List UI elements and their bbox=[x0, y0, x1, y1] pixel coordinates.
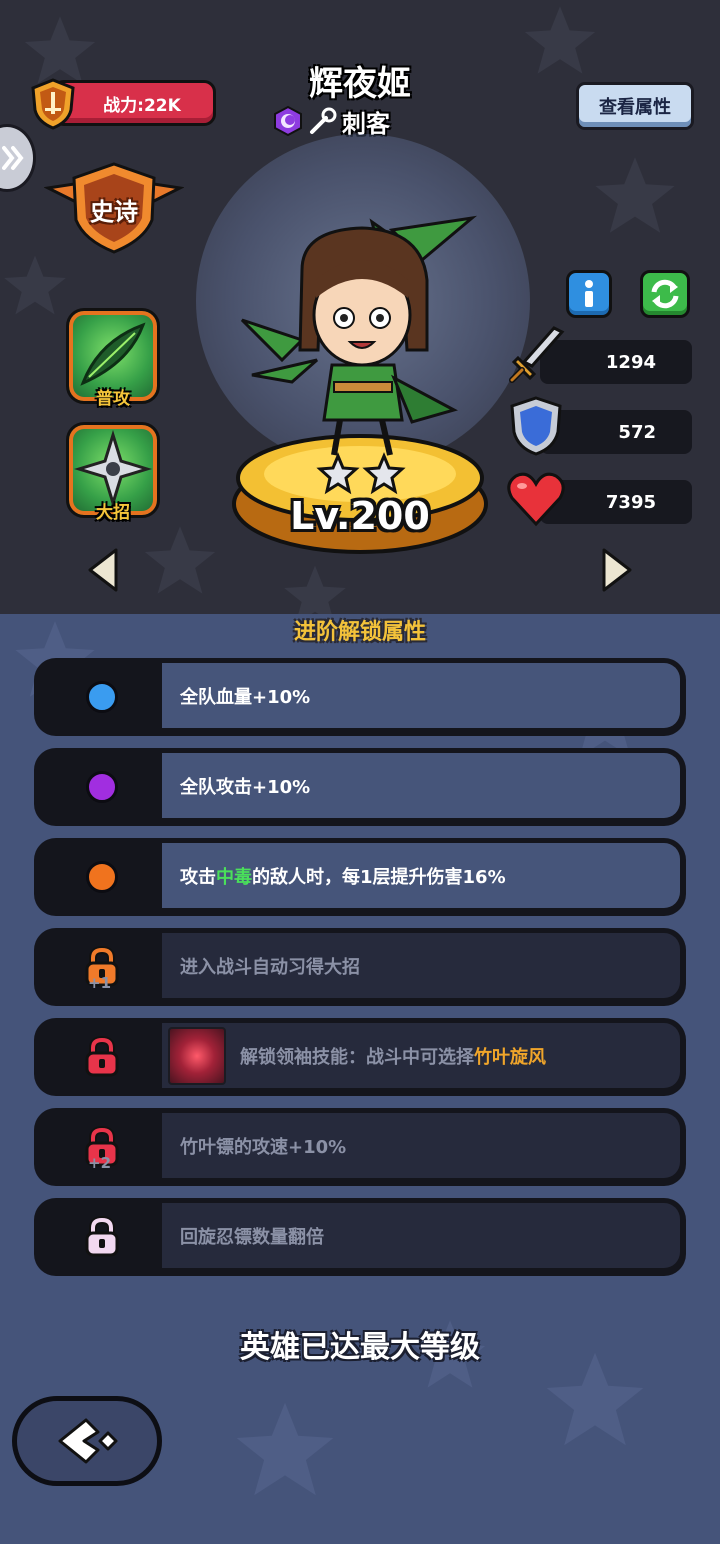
status-dot-purple bbox=[86, 771, 118, 803]
advancement-text: 解锁领袖技能：战斗中可选择竹叶旋风 bbox=[240, 1043, 546, 1069]
star-icon bbox=[316, 452, 360, 495]
hp-value: 7395 bbox=[605, 491, 656, 513]
star-icon bbox=[362, 452, 406, 495]
hero-class-row: 刺客 bbox=[272, 104, 390, 138]
defense-value: 572 bbox=[618, 421, 656, 443]
advancement-text: 回旋忍镖数量翻倍 bbox=[180, 1226, 324, 1248]
background-star-icon bbox=[595, 157, 675, 233]
lock-icon bbox=[85, 1036, 119, 1077]
background-star-icon bbox=[284, 565, 346, 614]
faction-emblem-icon bbox=[274, 105, 302, 137]
advancement-row-locked: 回旋忍镖数量翻倍 bbox=[34, 1198, 686, 1276]
advancement-text: 全队血量+10% bbox=[180, 686, 311, 708]
background-star-icon bbox=[4, 255, 66, 315]
combat-power-text: 战力:22K bbox=[103, 95, 181, 116]
back-button[interactable] bbox=[12, 1396, 162, 1486]
refresh-button[interactable] bbox=[640, 270, 690, 318]
leader-skill-thumbnail bbox=[168, 1026, 226, 1085]
sword-icon bbox=[509, 326, 565, 383]
status-dot-blue bbox=[86, 681, 118, 713]
max-level-notice: 英雄已达最大等级 bbox=[240, 1330, 480, 1365]
advancement-text-prefix: 解锁领袖技能：战斗中可选择 bbox=[240, 1046, 474, 1068]
combat-power-badge: 战力:22K bbox=[52, 80, 216, 126]
advancement-row-locked: +1 进入战斗自动习得大招 bbox=[34, 928, 686, 1006]
lock-level-badge: +2 bbox=[88, 1154, 112, 1172]
back-arrow-icon bbox=[58, 1418, 118, 1464]
hero-level: Lv.200 bbox=[290, 494, 430, 538]
heart-icon bbox=[507, 472, 565, 527]
advancement-section-title: 进阶解锁属性 bbox=[293, 620, 426, 645]
advancement-row: 攻击中毒的敌人时，每1层提升伤害16% bbox=[34, 838, 686, 916]
advancement-text: 全队攻击+10% bbox=[180, 776, 311, 798]
rarity-label: 史诗 bbox=[90, 198, 138, 226]
hero-info-button[interactable] bbox=[566, 270, 612, 318]
ultimate-skill-label: 大招 bbox=[96, 503, 130, 523]
lock-level-badge: +1 bbox=[88, 974, 112, 992]
lock-icon bbox=[85, 1216, 119, 1257]
advancement-row-locked: 解锁领袖技能：战斗中可选择竹叶旋风 bbox=[34, 1018, 686, 1096]
advancement-text: 竹叶镖的攻速+10% bbox=[180, 1136, 347, 1158]
double-chevron-right-icon bbox=[2, 146, 24, 170]
advancement-row: 全队血量+10% bbox=[34, 658, 686, 736]
view-attributes-label: 查看属性 bbox=[599, 97, 671, 118]
assassin-dagger-icon bbox=[310, 107, 337, 134]
advancement-text: 攻击中毒的敌人时，每1层提升伤害16% bbox=[180, 863, 506, 889]
poison-keyword: 中毒 bbox=[216, 866, 252, 888]
attack-value: 1294 bbox=[605, 351, 656, 373]
view-attributes-button[interactable]: 查看属性 bbox=[576, 82, 694, 130]
advancement-text-prefix: 攻击 bbox=[180, 866, 216, 888]
advancement-text-suffix: 的敌人时，每1层提升伤害16% bbox=[252, 866, 506, 888]
advancement-row: 全队攻击+10% bbox=[34, 748, 686, 826]
normal-attack-skill-button[interactable]: 普攻 bbox=[66, 308, 160, 409]
advancement-text: 进入战斗自动习得大招 bbox=[180, 956, 360, 978]
background-star-icon bbox=[144, 526, 216, 594]
hero-name: 辉夜姬 bbox=[309, 64, 411, 104]
normal-attack-label: 普攻 bbox=[96, 389, 130, 409]
defense-shield-icon bbox=[510, 396, 562, 456]
status-dot-orange bbox=[86, 861, 118, 893]
refresh-icon bbox=[651, 279, 679, 309]
hero-star-rating bbox=[316, 452, 406, 495]
advancement-row-locked: +2 竹叶镖的攻速+10% bbox=[34, 1108, 686, 1186]
next-hero-arrow-icon[interactable] bbox=[600, 546, 634, 594]
hero-character-portrait[interactable] bbox=[222, 210, 512, 470]
ultimate-skill-button[interactable]: 大招 bbox=[66, 422, 160, 523]
previous-hero-arrow-icon[interactable] bbox=[86, 546, 120, 594]
background-star-icon bbox=[524, 6, 596, 74]
background-star-icon bbox=[236, 1402, 334, 1496]
combat-power-shield-icon bbox=[31, 78, 75, 130]
info-icon bbox=[585, 280, 593, 307]
leader-skill-name: 竹叶旋风 bbox=[474, 1046, 546, 1068]
